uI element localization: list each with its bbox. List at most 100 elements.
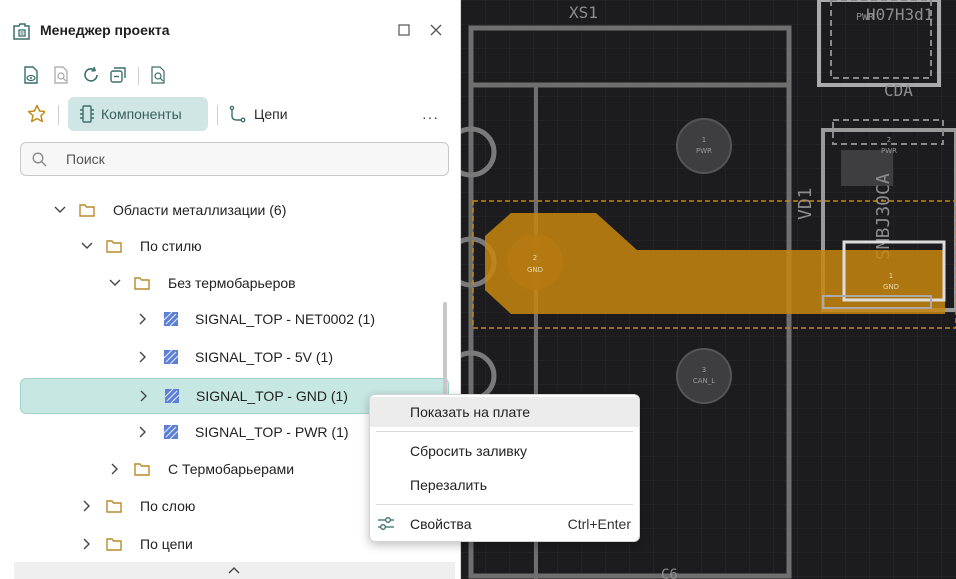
collapse-all-icon [110,67,126,83]
svg-text:VD1: VD1 [795,187,816,220]
tree-scrollbar[interactable] [443,302,447,398]
tabs-divider [58,105,59,125]
tree-item-fill-areas[interactable]: Области металлизации (6) [20,193,449,229]
locate-document-icon [151,66,165,84]
svg-text:3: 3 [702,366,706,374]
locate-button[interactable] [149,66,167,84]
pad-number: 1 [889,272,893,280]
tree-item-label: С Термобарьерами [168,461,295,477]
chevron-right-icon[interactable] [80,499,94,513]
pad-net: GND [527,266,543,274]
close-icon [430,24,442,36]
menu-item-label: Перезалить [410,477,488,493]
context-menu: Показать на плате Сбросить заливку Перез… [369,394,640,542]
toolbar-divider [138,67,139,85]
folder-icon [134,463,150,476]
folder-icon [134,277,150,290]
find-document-icon [54,66,68,84]
menu-item-reset-fill[interactable]: Сбросить заливку [370,436,639,466]
menu-item-label: Свойства [410,516,472,532]
chevron-right-icon[interactable] [136,312,150,326]
maximize-button[interactable] [394,20,414,40]
tree-item-label: По цепи [140,536,193,552]
svg-text:CDA: CDA [884,81,913,100]
show-document-button[interactable] [22,66,40,84]
more-options-button[interactable]: ··· [422,109,439,125]
menu-item-label: Показать на плате [410,404,531,420]
chevron-right-icon[interactable] [137,389,151,403]
tabs-divider [217,105,218,125]
tree-item-label: По слою [140,498,196,514]
panel-tabs: Компоненты Цепи ··· [0,97,461,133]
menu-item-refill[interactable]: Перезалить [370,470,639,500]
panel-title: Менеджер проекта [40,22,170,38]
pad-number: 3 [702,366,706,374]
svg-text:SMBJ30CA: SMBJ30CA [873,173,894,260]
pad-net: GND [883,283,899,291]
svg-text:1: 1 [889,272,893,280]
pad-number: 2 [533,254,537,262]
refresh-icon [84,66,98,82]
document-eye-icon [24,66,38,84]
pad-number: 2 [887,136,891,144]
maximize-icon [398,24,410,36]
chevron-right-icon[interactable] [136,350,150,364]
close-button[interactable] [426,20,446,40]
settings-sliders-icon [378,517,394,530]
chevron-down-icon[interactable] [53,203,67,217]
chevron-right-icon[interactable] [80,537,94,551]
folder-icon [106,538,122,551]
svg-text:2: 2 [887,136,891,144]
menu-item-properties[interactable]: Свойства Ctrl+Enter [370,509,639,539]
svg-text:2: 2 [533,254,537,262]
tree-item-label: SIGNAL_TOP - PWR (1) [195,424,349,440]
chevron-down-icon[interactable] [108,276,122,290]
chevron-up-icon[interactable] [227,564,241,576]
find-button[interactable] [52,66,70,84]
search-field[interactable]: Поиск [20,142,449,176]
tab-components[interactable]: Компоненты [68,97,208,131]
star-icon [27,104,45,123]
fill-area-icon [163,311,179,327]
tree-item-label: SIGNAL_TOP - NET0002 (1) [195,311,375,327]
folder-icon [106,240,122,253]
menu-item-label: Сбросить заливку [410,443,528,459]
pad-net: PWR [881,147,897,155]
fill-area-icon [163,424,179,440]
fill-area-icon [163,349,179,365]
tab-nets[interactable]: Цепи [229,97,288,131]
pad-net: PWR [696,147,712,155]
chevron-right-icon[interactable] [136,425,150,439]
menu-item-show-on-board[interactable]: Показать на плате [370,397,639,427]
menu-item-shortcut: Ctrl+Enter [567,516,631,532]
collapse-all-button[interactable] [109,66,127,84]
component-icon [80,105,94,123]
menu-divider [376,504,633,505]
tree-item-label: SIGNAL_TOP - GND (1) [196,388,348,404]
tab-components-label: Компоненты [101,106,182,122]
refresh-button[interactable] [82,66,100,84]
svg-text:PWR: PWR [696,147,712,155]
svg-text:C6: C6 [661,567,678,579]
pad-number: 1 [702,136,706,144]
tree-item-net0002[interactable]: SIGNAL_TOP - NET0002 (1) [20,302,449,338]
scroll-up-bar[interactable] [14,562,455,579]
tree-item-5v[interactable]: SIGNAL_TOP - 5V (1) [20,340,449,376]
svg-text:XS1: XS1 [569,3,598,22]
svg-text:GND: GND [883,283,899,291]
svg-text:GND: GND [527,266,543,274]
folder-icon [106,500,122,513]
favorites-button[interactable] [27,104,45,123]
chevron-down-icon[interactable] [80,239,94,253]
fill-area-icon [164,388,180,404]
search-placeholder: Поиск [66,151,105,167]
svg-text:CAN_L: CAN_L [693,377,715,385]
tree-item-label: SIGNAL_TOP - 5V (1) [195,349,333,365]
tree-item-no-thermals[interactable]: Без термобарьеров [20,266,449,302]
tree-item-label: Без термобарьеров [168,275,296,291]
pad-net: CAN_L [693,377,715,385]
tree-item-by-style[interactable]: По стилю [20,229,449,265]
net-icon [229,105,247,123]
chevron-right-icon[interactable] [108,462,122,476]
project-manager-icon [13,23,30,40]
